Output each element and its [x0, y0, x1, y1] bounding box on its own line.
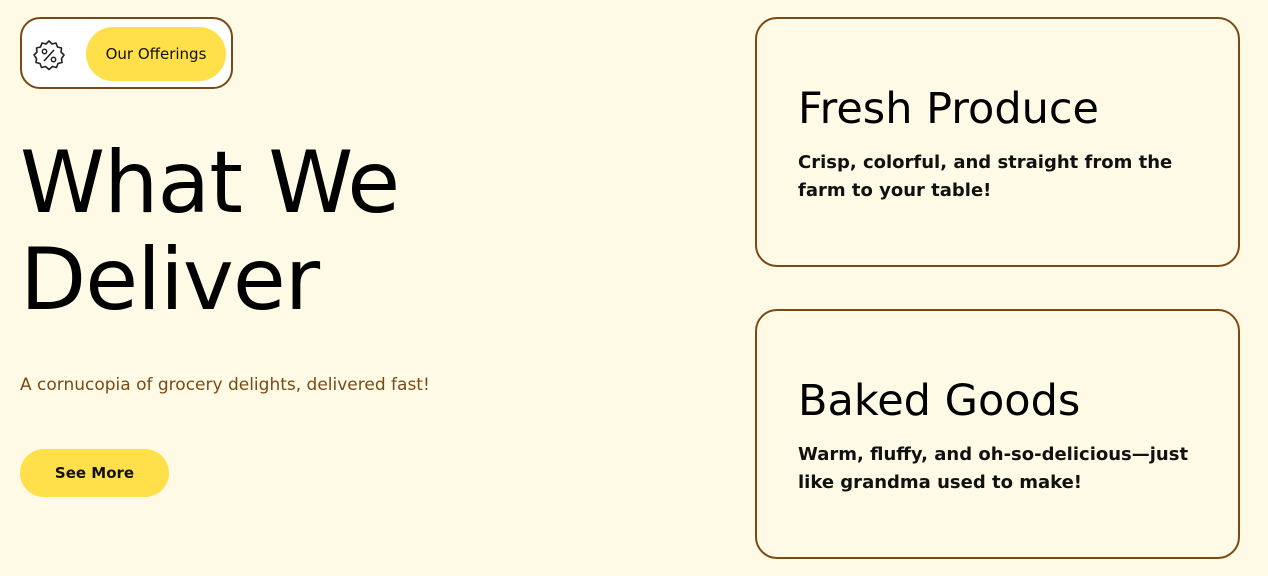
our-offerings-button[interactable]: Our Offerings — [86, 27, 226, 81]
offerings-badge: Our Offerings — [20, 17, 233, 89]
card-description: Crisp, colorful, and straight from the f… — [798, 152, 1173, 201]
card-fresh-produce: Fresh Produce Crisp, colorful, and strai… — [755, 17, 1240, 267]
card-description: Warm, fluffy, and oh-so-delicious—just l… — [798, 444, 1189, 493]
percent-badge-icon — [33, 40, 65, 71]
card-title: Fresh Produce — [798, 84, 1099, 134]
card-title: Baked Goods — [798, 376, 1081, 426]
see-more-button[interactable]: See More — [20, 449, 169, 497]
tagline: A cornucopia of grocery delights, delive… — [20, 375, 430, 395]
page-title: What We Deliver — [20, 133, 400, 330]
card-baked-goods: Baked Goods Warm, fluffy, and oh-so-deli… — [755, 309, 1240, 559]
